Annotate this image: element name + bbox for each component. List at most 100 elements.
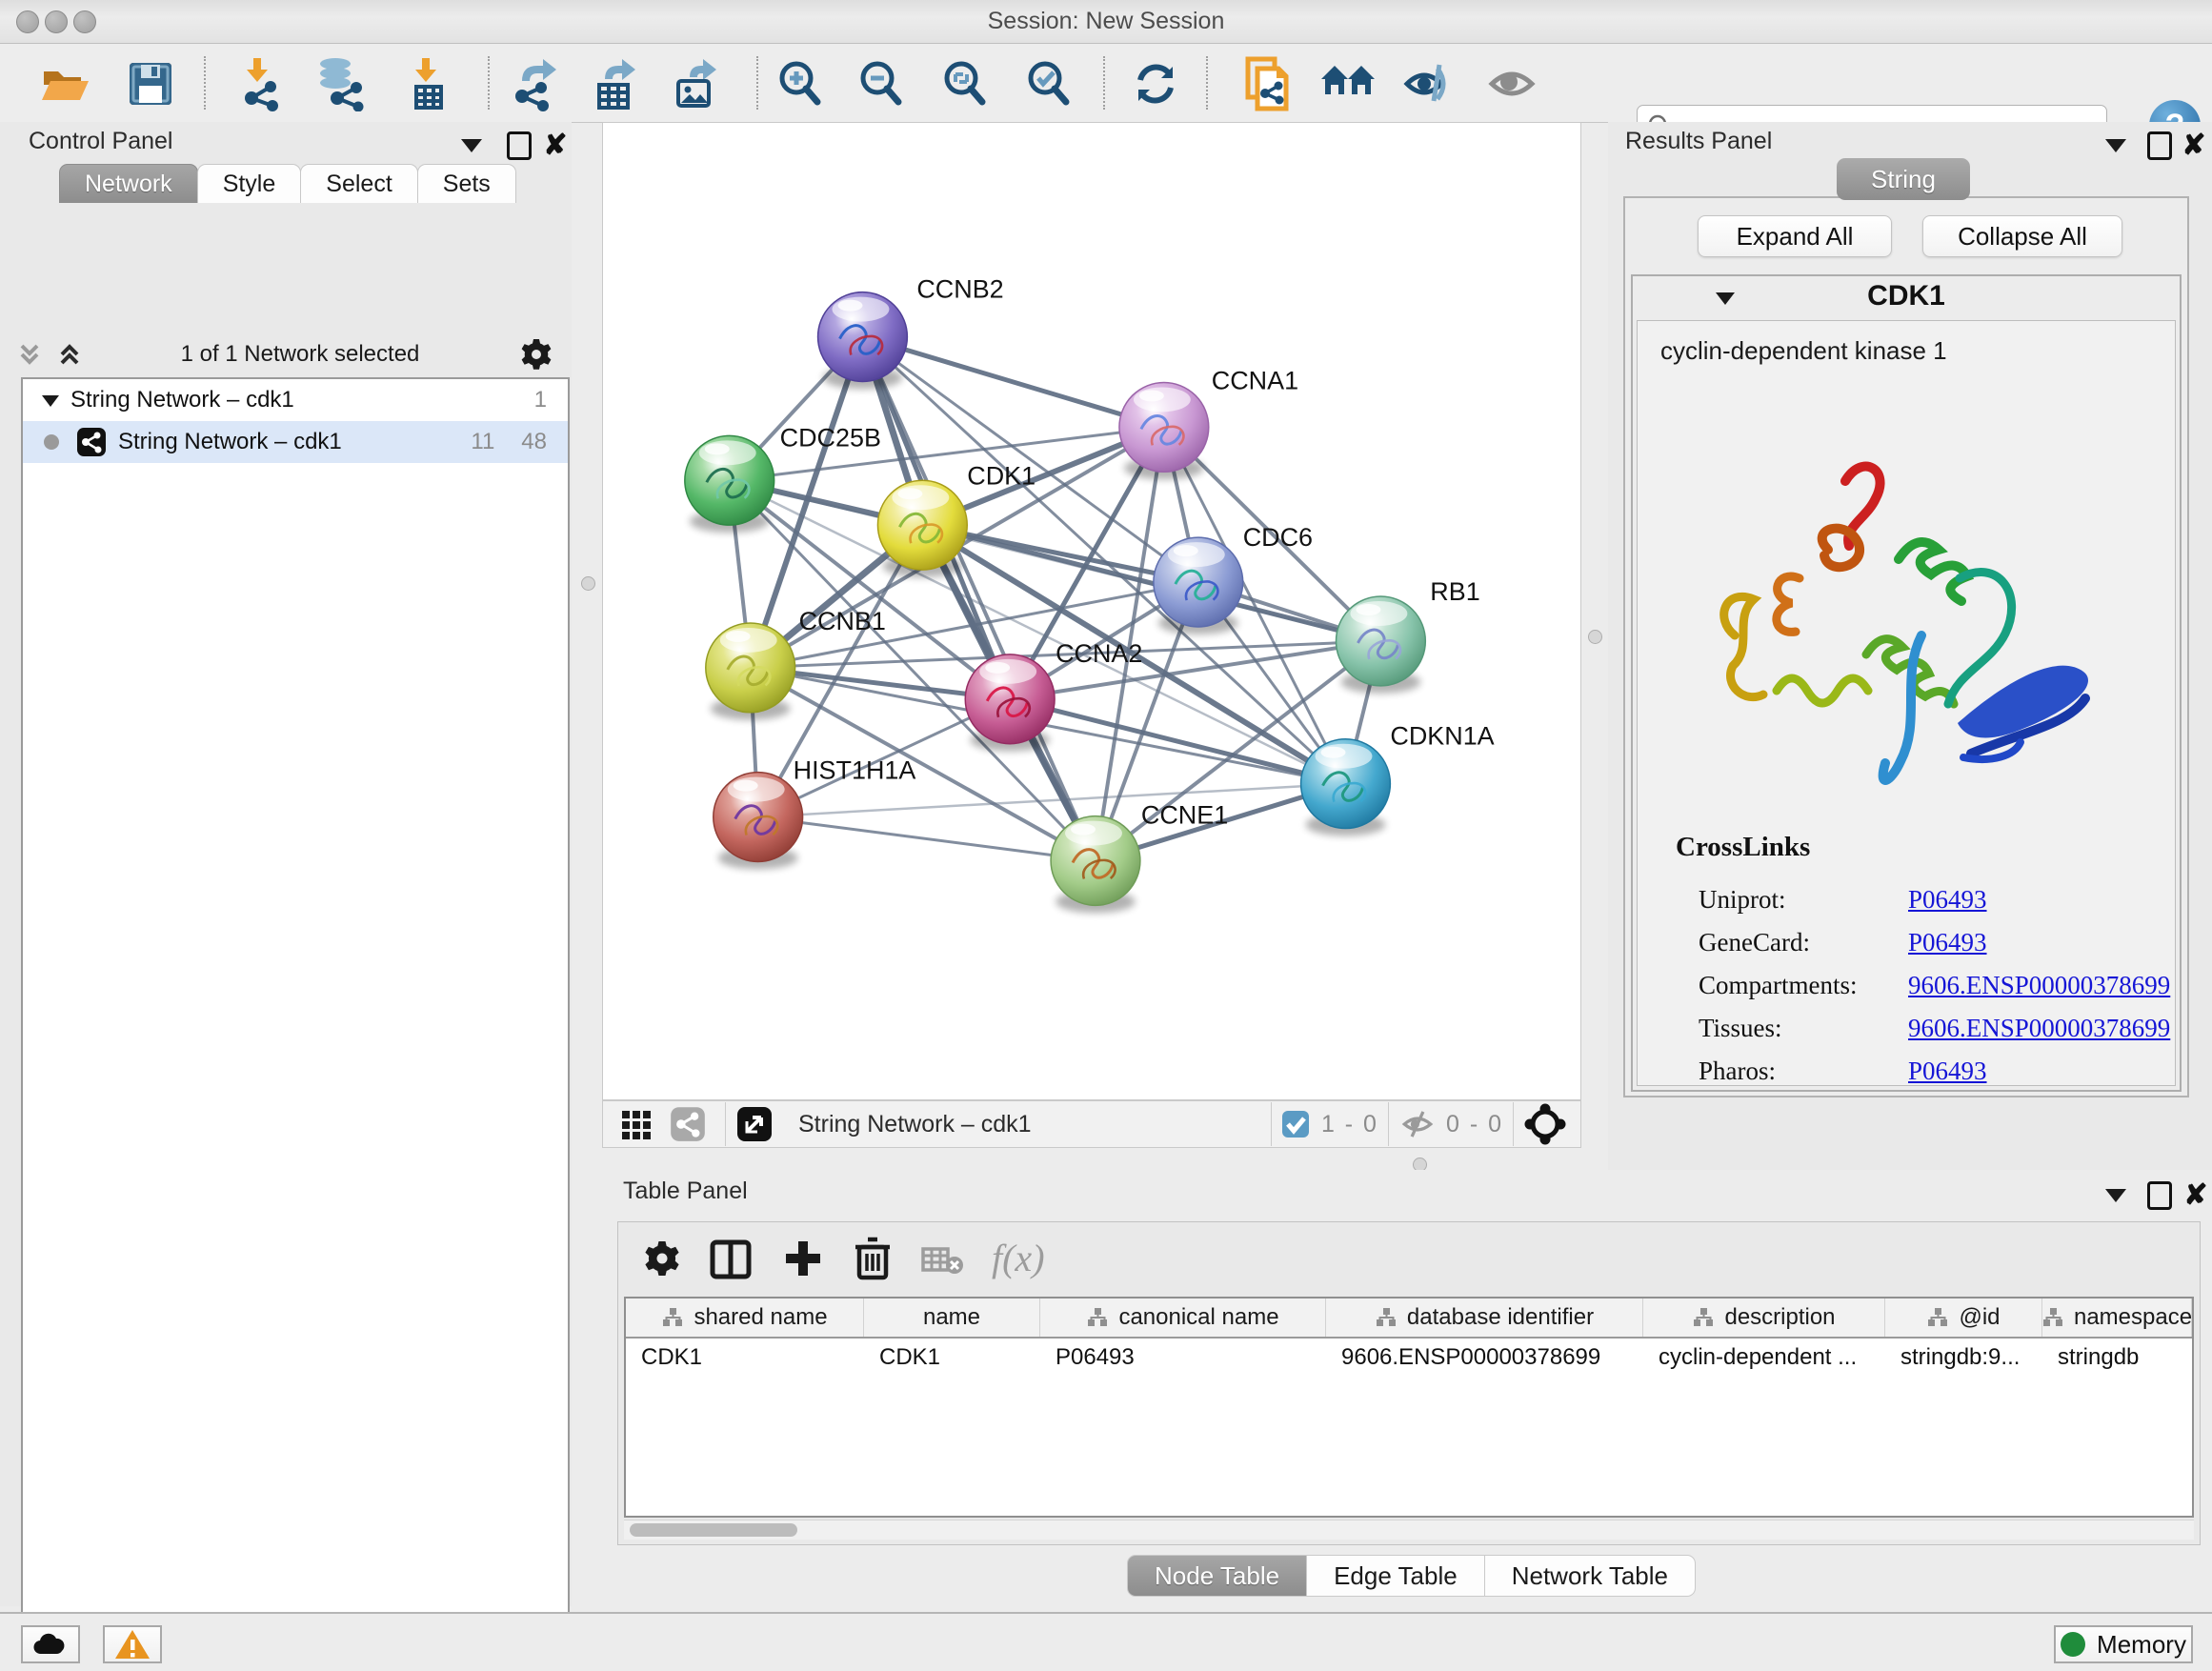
warnings-button[interactable] <box>103 1625 162 1663</box>
save-session-button[interactable] <box>123 56 178 111</box>
delete-column-icon[interactable] <box>853 1236 893 1281</box>
table-cell[interactable]: CDK1 <box>864 1339 1040 1379</box>
network-view-icon[interactable] <box>670 1106 706 1142</box>
tab-style[interactable]: Style <box>197 164 302 203</box>
network-row[interactable]: String Network – cdk1 11 48 <box>23 421 568 463</box>
node-gloss <box>979 659 1036 684</box>
node-table[interactable]: shared namenamecanonical namedatabase id… <box>624 1297 2194 1518</box>
table-horizontal-scrollbar[interactable] <box>624 1520 2194 1540</box>
crosslink-value-link[interactable]: P06493 <box>1908 1057 1987 1086</box>
node-CDC6[interactable] <box>1154 537 1243 634</box>
control-panel-menu-button[interactable] <box>455 130 488 162</box>
show-columns-icon[interactable] <box>710 1239 752 1279</box>
export-table-button[interactable] <box>587 56 642 111</box>
birdseye-navigator-icon[interactable] <box>1523 1102 1567 1146</box>
expand-all-icon[interactable] <box>55 340 84 369</box>
left-splitter-grip[interactable] <box>581 576 595 591</box>
table-cell[interactable]: 9606.ENSP00000378699 <box>1326 1339 1643 1379</box>
tab-node-table[interactable]: Node Table <box>1127 1555 1307 1597</box>
results-panel-float-button[interactable] <box>2143 130 2176 162</box>
zoom-fit-button[interactable] <box>937 56 993 111</box>
open-folder-icon <box>39 58 90 110</box>
node-CDC25B[interactable] <box>685 435 774 533</box>
crosslink-value-link[interactable]: P06493 <box>1908 885 1987 915</box>
expand-all-button[interactable]: Expand All <box>1698 215 1892 257</box>
refresh-view-button[interactable] <box>1128 56 1183 111</box>
node-HIST1H1A[interactable] <box>714 773 803 870</box>
column-header-description[interactable]: description <box>1643 1299 1885 1337</box>
table-row[interactable]: CDK1CDK1P064939606.ENSP00000378699cyclin… <box>626 1339 2192 1379</box>
tab-network[interactable]: Network <box>59 164 198 203</box>
table-panel-menu-button[interactable] <box>2100 1179 2132 1212</box>
zoom-selected-button[interactable] <box>1021 56 1076 111</box>
table-cell[interactable]: cyclin-dependent ... <box>1643 1339 1885 1379</box>
network-canvas[interactable]: CCNB2CCNA1CDC25BCDK1CDC6RB1CCNB1CCNA2CDK… <box>602 122 1581 1100</box>
cloud-status-button[interactable] <box>21 1625 80 1663</box>
node-gloss <box>833 297 890 322</box>
network-graph[interactable]: CCNB2CCNA1CDC25BCDK1CDC6RB1CCNB1CCNA2CDK… <box>603 123 1580 1099</box>
scrollbar-thumb[interactable] <box>630 1523 797 1537</box>
column-header-canonical-name[interactable]: canonical name <box>1040 1299 1326 1337</box>
table-panel-float-button[interactable] <box>2143 1179 2176 1212</box>
edge-CCNB2-CCNA1[interactable] <box>862 337 1163 428</box>
results-panel-menu-button[interactable] <box>2100 130 2132 162</box>
node-CCNA1[interactable] <box>1119 382 1209 479</box>
hide-selected-button[interactable] <box>1401 56 1457 111</box>
import-table-button[interactable] <box>398 56 453 111</box>
right-splitter-grip[interactable] <box>1588 630 1602 644</box>
network-collection-row[interactable]: String Network – cdk1 1 <box>23 379 568 421</box>
node-CCNA2[interactable] <box>965 654 1055 752</box>
import-network-icon <box>231 56 284 111</box>
table-options-gear-icon[interactable] <box>641 1238 683 1279</box>
grid-view-icon[interactable] <box>620 1107 654 1141</box>
zoom-in-button[interactable] <box>773 56 828 111</box>
node-CDKN1A[interactable] <box>1301 739 1391 836</box>
table-cell[interactable]: P06493 <box>1040 1339 1326 1379</box>
import-network-button[interactable] <box>230 56 285 111</box>
export-image-button[interactable] <box>668 56 723 111</box>
column-header-name[interactable]: name <box>864 1299 1040 1337</box>
export-network-button[interactable] <box>506 56 561 111</box>
table-cell[interactable]: stringdb <box>2042 1339 2192 1379</box>
add-column-icon[interactable] <box>782 1238 824 1279</box>
zoom-out-button[interactable] <box>854 56 909 111</box>
show-all-button[interactable] <box>1484 56 1539 111</box>
crosslink-value-link[interactable]: P06493 <box>1908 928 1987 957</box>
hidden-eye-icon[interactable] <box>1398 1108 1437 1140</box>
open-session-button[interactable] <box>37 56 92 111</box>
crosslink-value-link[interactable]: 9606.ENSP00000378699 <box>1908 971 2170 1000</box>
table-cell[interactable]: stringdb:9... <box>1885 1339 2042 1379</box>
edge-CCNA2-CDKN1A[interactable] <box>1010 699 1345 784</box>
edge-HIST1H1A-CCNE1[interactable] <box>758 817 1096 861</box>
column-header--id[interactable]: @id <box>1885 1299 2042 1337</box>
collapse-all-icon[interactable] <box>15 340 44 369</box>
detach-view-icon[interactable] <box>735 1105 774 1143</box>
tab-string[interactable]: String <box>1837 158 1970 200</box>
import-network-from-database-button[interactable] <box>311 56 366 111</box>
column-header-namespace[interactable]: namespace <box>2042 1299 2192 1337</box>
node-CCNB2[interactable] <box>818 292 908 390</box>
node-RB1[interactable] <box>1336 596 1425 694</box>
node-CCNE1[interactable] <box>1051 816 1140 914</box>
memory-button[interactable]: Memory <box>2054 1625 2193 1663</box>
table-panel-close-button[interactable]: ✘ <box>2180 1179 2212 1212</box>
network-options-gear-icon[interactable] <box>518 336 554 372</box>
results-panel-close-button[interactable]: ✘ <box>2178 130 2210 162</box>
column-header-database-identifier[interactable]: database identifier <box>1326 1299 1643 1337</box>
tab-select[interactable]: Select <box>300 164 417 203</box>
collapse-all-button[interactable]: Collapse All <box>1922 215 2122 257</box>
column-header-shared-name[interactable]: shared name <box>626 1299 864 1337</box>
crosslink-value-link[interactable]: 9606.ENSP00000378699 <box>1908 1014 2170 1043</box>
control-panel-float-button[interactable] <box>503 130 535 162</box>
table-cell[interactable]: CDK1 <box>626 1339 864 1379</box>
first-neighbors-button[interactable] <box>1320 56 1376 111</box>
node-CDK1[interactable] <box>877 480 967 577</box>
new-network-from-selection-button[interactable] <box>1239 56 1295 111</box>
control-panel-close-button[interactable]: ✘ <box>539 130 572 162</box>
collection-expander-icon[interactable] <box>38 388 63 413</box>
tab-edge-table[interactable]: Edge Table <box>1306 1555 1485 1597</box>
tab-network-table[interactable]: Network Table <box>1484 1555 1696 1597</box>
tab-sets[interactable]: Sets <box>417 164 516 203</box>
selected-checkbox-icon[interactable] <box>1281 1110 1310 1138</box>
node-CCNB1[interactable] <box>706 623 795 720</box>
